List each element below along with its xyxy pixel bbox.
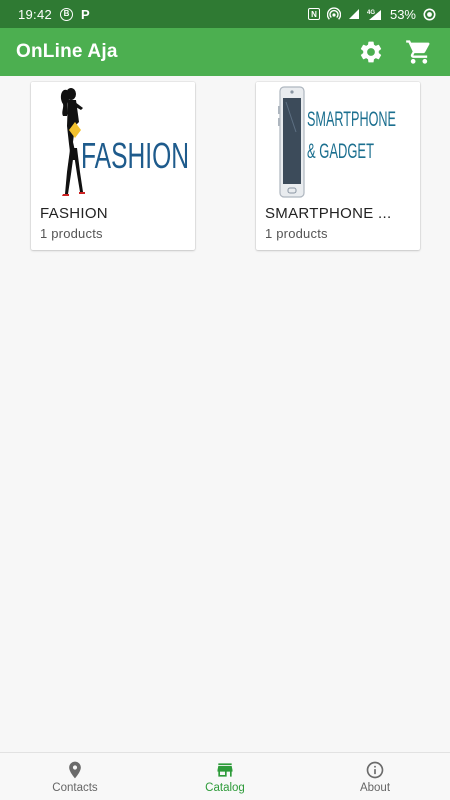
app-bar: OnLine Aja <box>0 28 450 76</box>
signal-icon <box>348 9 359 19</box>
category-card-fashion[interactable]: FASHION FASHION 1 products <box>31 82 195 250</box>
category-name: FASHION <box>40 205 108 222</box>
smartphone-image: SMARTPHONE & GADGET <box>256 82 420 200</box>
shopping-cart-icon <box>406 40 430 64</box>
nav-label-catalog: Catalog <box>205 781 245 794</box>
svg-text:4G: 4G <box>367 10 375 16</box>
nfc-icon: N <box>307 8 320 20</box>
app-title: OnLine Aja <box>16 41 118 62</box>
status-bar: 19:42 B P N 4G 53% <box>0 0 450 28</box>
category-product-count: 1 products <box>265 226 328 241</box>
category-name: SMARTPHONE ... <box>265 205 392 222</box>
bottom-navigation: Contacts Catalog About <box>0 752 450 800</box>
store-icon <box>217 762 233 777</box>
settings-button[interactable] <box>356 37 386 67</box>
battery-icon <box>423 8 436 20</box>
nav-item-about[interactable]: About <box>300 753 450 800</box>
cart-button[interactable] <box>404 37 434 67</box>
nav-item-catalog[interactable]: Catalog <box>150 753 300 800</box>
info-icon <box>366 761 384 778</box>
fashion-image: FASHION <box>31 82 195 200</box>
category-card-smartphone[interactable]: SMARTPHONE & GADGET SMARTPHONE ... 1 pro… <box>256 82 420 250</box>
battery-percent: 53% <box>389 6 416 22</box>
gear-icon <box>360 41 382 63</box>
phone-drawing <box>278 86 305 198</box>
fashion-logo-text: FASHION <box>81 135 189 176</box>
notification-p-icon: P <box>81 6 90 22</box>
location-pin-icon <box>69 761 81 778</box>
notification-b-icon: B <box>60 7 74 21</box>
nav-label-about: About <box>359 781 391 794</box>
status-time: 19:42 <box>18 6 53 22</box>
hotspot-icon <box>326 7 341 20</box>
gadget-logo-text-2: & GADGET <box>307 140 374 163</box>
nav-label-contacts: Contacts <box>52 781 98 794</box>
signal-4g-icon: 4G <box>367 9 381 20</box>
category-product-count: 1 products <box>40 226 103 241</box>
nav-item-contacts[interactable]: Contacts <box>0 753 150 800</box>
silhouette-figure <box>60 88 83 194</box>
gadget-logo-text-1: SMARTPHONE <box>307 108 396 131</box>
